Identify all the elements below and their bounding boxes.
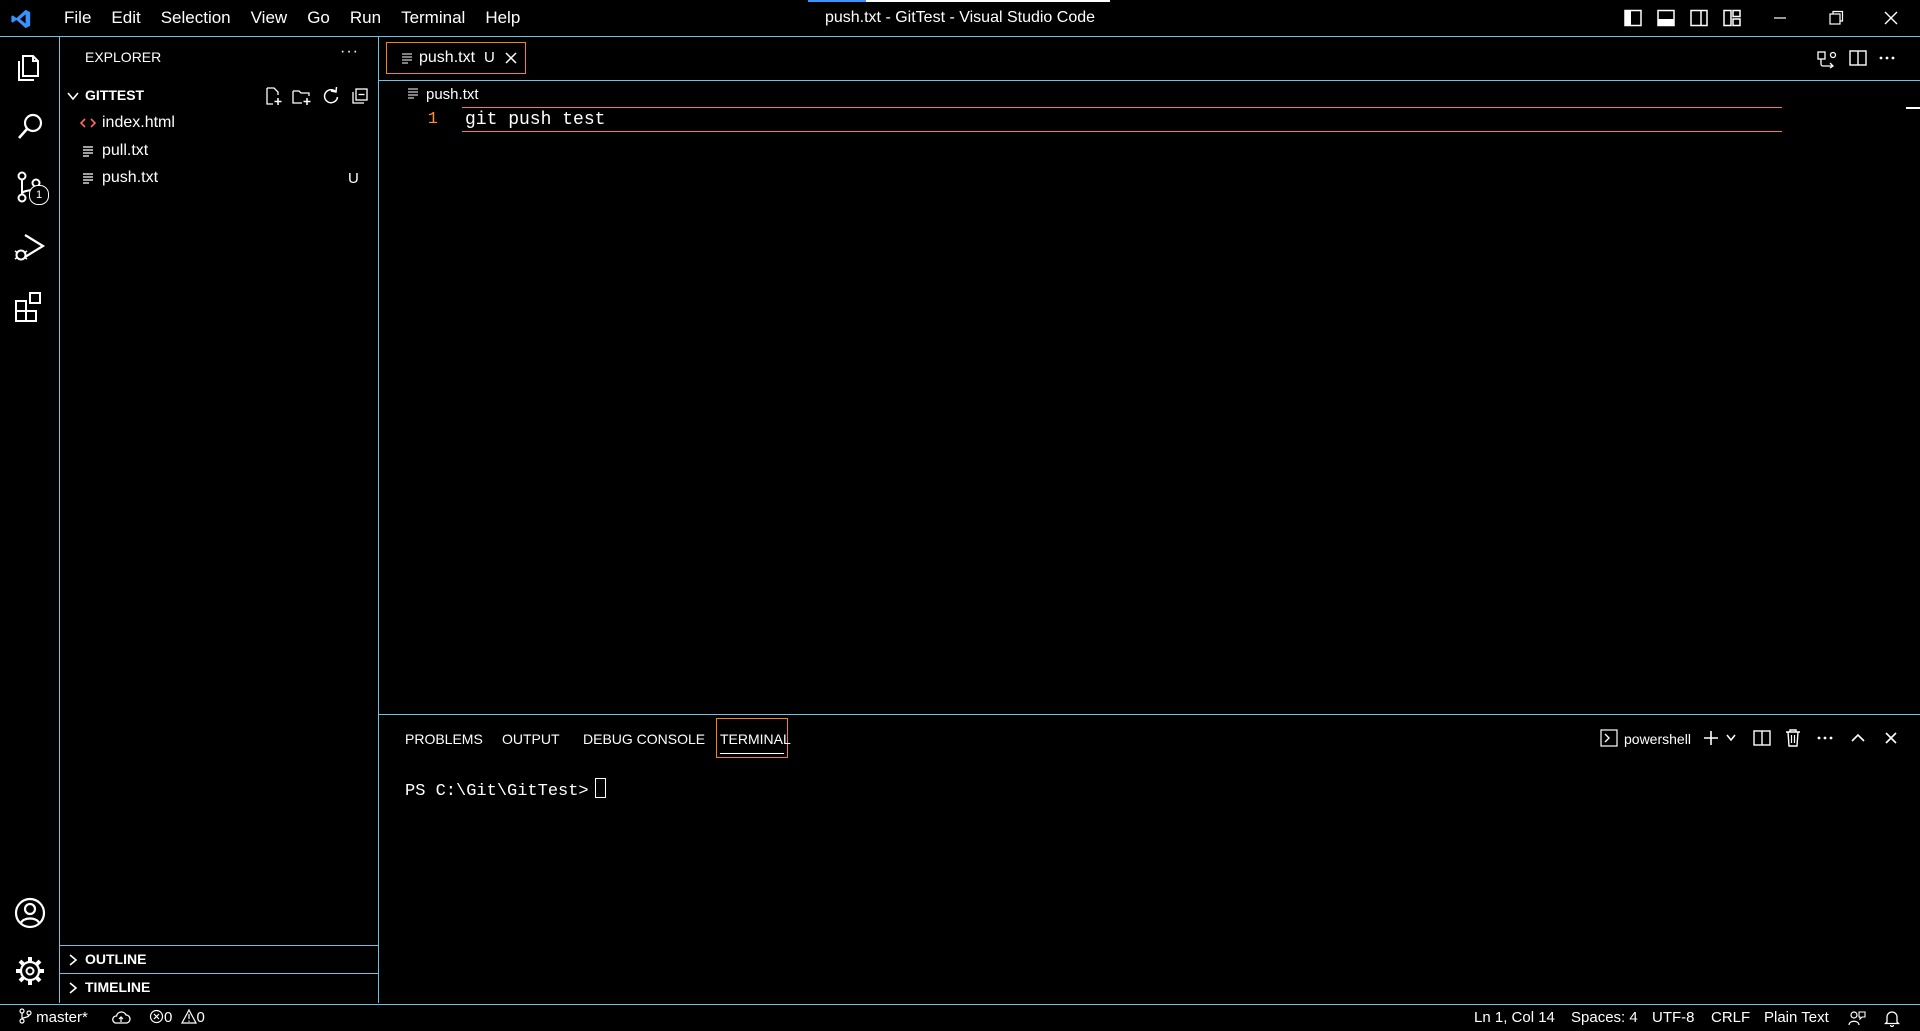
explorer-more-actions-button[interactable]: ··· — [340, 43, 359, 61]
warning-icon — [180, 1009, 197, 1024]
timeline-section-header[interactable]: TIMELINE — [60, 973, 378, 1001]
file-name: push.txt — [102, 169, 159, 186]
problems-status[interactable]: 0 0 — [149, 1005, 205, 1031]
file-item-pull-txt[interactable]: pull.txt — [60, 137, 378, 165]
terminal-prompt: PS C:\Git\GitTest> — [405, 782, 589, 801]
outline-label: OUTLINE — [85, 951, 147, 967]
close-tab-icon[interactable] — [504, 51, 518, 65]
indentation[interactable]: Spaces: 4 — [1571, 1005, 1638, 1031]
activity-bar: 1 — [0, 37, 60, 1003]
tab-debug-console[interactable]: DEBUG CONSOLE — [583, 727, 705, 751]
panel-more-actions-icon[interactable] — [1816, 729, 1834, 747]
breadcrumb[interactable]: push.txt — [408, 82, 479, 108]
panel-divider[interactable] — [379, 714, 1920, 715]
terminal-shell-name[interactable]: powershell — [1624, 728, 1691, 750]
terminal-output[interactable]: PS C:\Git\GitTest> — [405, 778, 606, 804]
tab-problems[interactable]: PROBLEMS — [405, 727, 483, 751]
customize-layout-icon[interactable] — [1723, 9, 1741, 27]
language-mode[interactable]: Plain Text — [1764, 1005, 1829, 1031]
editor-more-actions-icon[interactable] — [1878, 49, 1896, 67]
editor-tab-push-txt[interactable]: push.txt U — [386, 42, 526, 74]
status-bar: master* 0 0 Ln 1, Col 14 Spaces: 4 UTF-8… — [0, 1004, 1920, 1031]
feedback-icon[interactable] — [1848, 1010, 1866, 1027]
code-line[interactable]: git push test — [465, 108, 605, 132]
sync-cloud-icon[interactable] — [111, 1010, 131, 1026]
active-tab-underline — [720, 753, 784, 754]
notifications-bell-icon[interactable] — [1884, 1009, 1900, 1027]
timeline-label: TIMELINE — [85, 979, 151, 995]
line-number: 1 — [427, 110, 438, 129]
split-editor-icon[interactable] — [1849, 49, 1867, 67]
close-panel-icon[interactable] — [1882, 729, 1900, 747]
minimize-icon[interactable] — [1770, 8, 1790, 28]
toggle-primary-sidebar-icon[interactable] — [1624, 9, 1642, 27]
run-debug-icon[interactable] — [10, 227, 50, 267]
open-changes-icon[interactable] — [1817, 49, 1837, 69]
text-file-icon — [82, 172, 94, 184]
explorer-icon[interactable] — [10, 47, 50, 87]
code-file-icon — [80, 116, 96, 130]
file-name: index.html — [102, 114, 175, 131]
refresh-icon[interactable] — [321, 86, 341, 106]
encoding[interactable]: UTF-8 — [1652, 1005, 1695, 1031]
trash-icon[interactable] — [1784, 728, 1802, 748]
current-line-highlight — [462, 107, 1782, 132]
settings-gear-icon[interactable] — [10, 951, 50, 991]
close-window-icon[interactable] — [1881, 8, 1901, 28]
chevron-right-icon — [68, 954, 78, 966]
restore-icon[interactable] — [1826, 8, 1846, 28]
tab-label: push.txt — [419, 49, 476, 66]
source-control-badge: 1 — [29, 185, 49, 205]
text-file-icon — [408, 88, 426, 99]
folder-header-gittest[interactable]: GITTEST — [60, 83, 378, 109]
branch-status[interactable]: master* — [18, 1005, 88, 1031]
breadcrumb-file: push.txt — [426, 86, 479, 103]
end-of-line[interactable]: CRLF — [1711, 1005, 1750, 1031]
file-item-push-txt[interactable]: push.txt U — [60, 164, 378, 192]
collapse-folders-icon[interactable] — [350, 86, 370, 106]
search-icon[interactable] — [10, 107, 50, 147]
file-name: pull.txt — [102, 142, 149, 159]
toggle-panel-icon[interactable] — [1657, 9, 1675, 27]
branch-name: master* — [36, 1009, 88, 1026]
untracked-badge: U — [348, 170, 359, 187]
split-terminal-icon[interactable] — [1753, 729, 1771, 747]
maximize-panel-icon[interactable] — [1849, 729, 1867, 747]
text-file-icon — [82, 145, 94, 157]
terminal-shell-icon[interactable] — [1600, 729, 1618, 747]
sidebar: EXPLORER ··· GITTEST index.html pull.txt — [60, 37, 379, 1003]
explorer-title: EXPLORER — [85, 49, 162, 65]
scrollbar-marker[interactable] — [1906, 107, 1920, 109]
error-count: 0 — [164, 1009, 173, 1026]
tab-terminal[interactable]: TERMINAL — [720, 727, 791, 751]
folder-name: GITTEST — [85, 87, 145, 103]
new-file-icon[interactable] — [263, 86, 283, 106]
text-file-icon — [402, 53, 412, 64]
extensions-icon[interactable] — [10, 287, 50, 327]
new-terminal-icon[interactable] — [1702, 729, 1720, 747]
chevron-right-icon — [68, 982, 78, 994]
chevron-down-icon — [66, 90, 80, 102]
warning-count: 0 — [196, 1009, 205, 1026]
tab-output[interactable]: OUTPUT — [502, 727, 560, 751]
terminal-cursor — [594, 778, 606, 798]
error-icon — [149, 1009, 164, 1024]
accounts-icon[interactable] — [10, 893, 50, 933]
cursor-position[interactable]: Ln 1, Col 14 — [1474, 1005, 1555, 1031]
tab-untracked-badge: U — [484, 49, 495, 66]
toggle-secondary-sidebar-icon[interactable] — [1690, 9, 1708, 27]
editor-tab-bar — [379, 37, 1920, 81]
file-item-index-html[interactable]: index.html — [60, 109, 378, 137]
outline-section-header[interactable]: OUTLINE — [60, 945, 378, 973]
chevron-down-icon[interactable] — [1725, 733, 1737, 743]
git-branch-icon — [18, 1008, 32, 1024]
new-folder-icon[interactable] — [292, 86, 312, 106]
